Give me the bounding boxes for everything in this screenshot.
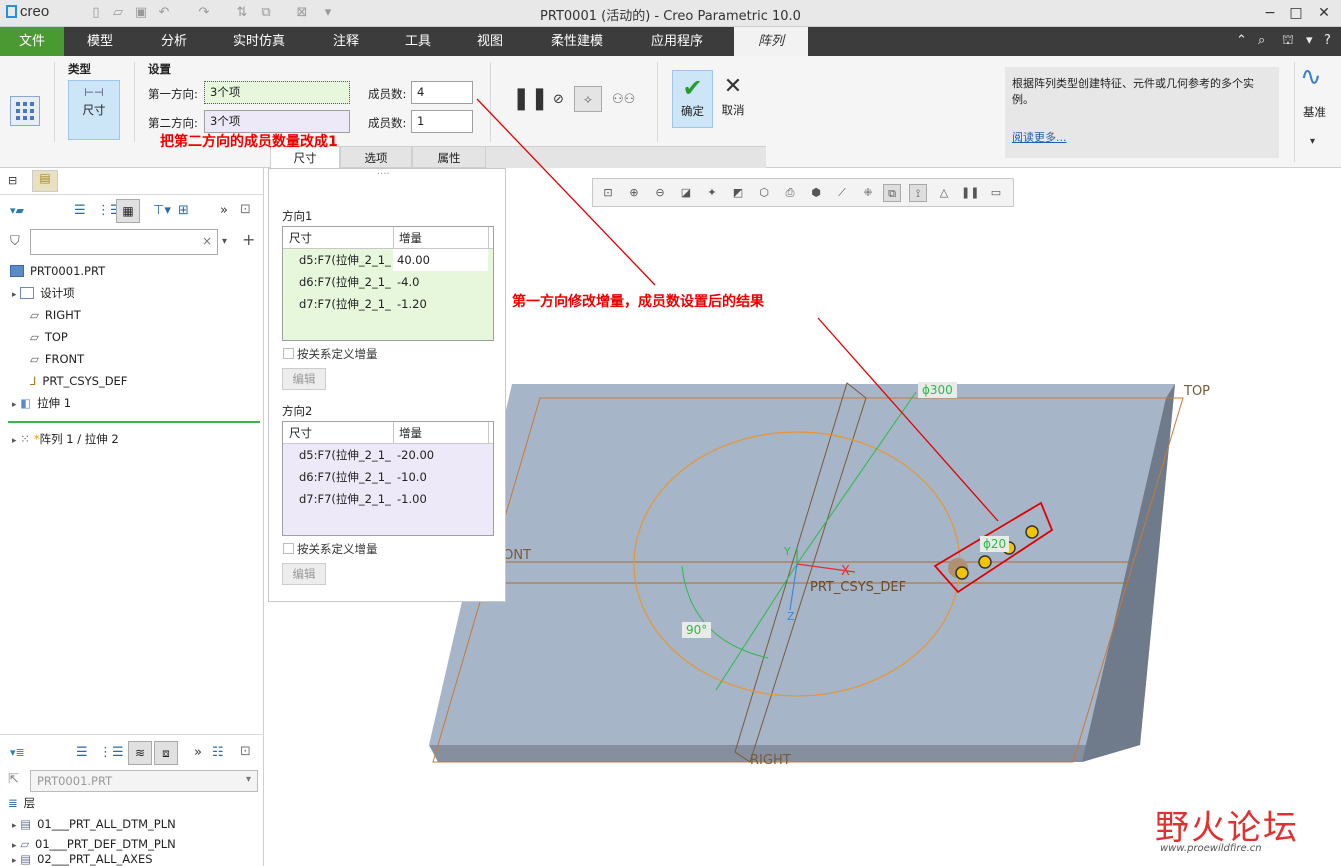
dir2-title: 方向2 — [282, 404, 313, 418]
table-row[interactable]: d5:F7(拉伸_2_1_ 40.00 — [283, 249, 493, 271]
spin-center-icon[interactable]: ✦ — [703, 184, 721, 202]
dir1-relation-checkbox[interactable]: 按关系定义增量 — [283, 346, 378, 362]
inc-cell[interactable]: -10.0 — [393, 466, 427, 488]
inc-cell[interactable]: -1.00 — [393, 488, 427, 510]
checkbox-box[interactable] — [283, 348, 294, 359]
table-header: 尺寸 增量 — [283, 227, 493, 249]
inc-cell[interactable]: -4.0 — [393, 271, 419, 293]
graphics-area[interactable] — [0, 0, 1341, 866]
table-header: 尺寸 增量 — [283, 422, 493, 444]
dim-cell: d6:F7(拉伸_2_1_ — [299, 470, 391, 484]
inc-cell[interactable]: 40.00 — [393, 249, 488, 271]
zoom-in-icon[interactable]: ⊕ — [625, 184, 643, 202]
table-row[interactable]: d7:F7(拉伸_2_1_ -1.20 — [283, 293, 493, 315]
dim-cell: d5:F7(拉伸_2_1_ — [299, 448, 391, 462]
dimensions-panel: ···· 方向1 尺寸 增量 d5:F7(拉伸_2_1_ 40.00 d6:F7(… — [268, 168, 506, 602]
view-manager-icon[interactable]: ⎙ — [781, 184, 799, 202]
header-end — [488, 422, 493, 444]
dim-cell: d5:F7(拉伸_2_1_ — [299, 253, 391, 267]
dir1-title: 方向1 — [282, 209, 313, 223]
relation-label: 按关系定义增量 — [297, 542, 378, 556]
axis-x-label: X — [841, 564, 850, 579]
repaint-icon[interactable]: ◪ — [677, 184, 695, 202]
dimension-display-icon[interactable]: ⟟ — [909, 184, 927, 202]
table-row[interactable]: d6:F7(拉伸_2_1_ -4.0 — [283, 271, 493, 293]
dim-cell: d7:F7(拉伸_2_1_ — [299, 297, 391, 311]
diameter-300-dim[interactable]: ϕ300 — [918, 382, 957, 398]
dim-cell: d6:F7(拉伸_2_1_ — [299, 275, 391, 289]
col-inc-header[interactable]: 增量 — [393, 227, 422, 249]
right-plane-label[interactable]: RIGHT — [750, 753, 791, 768]
zoom-fit-icon[interactable]: ⊡ — [599, 184, 617, 202]
watermark-logo: 野火论坛 — [1155, 808, 1299, 848]
checkbox-box[interactable] — [283, 543, 294, 554]
table-row[interactable]: d5:F7(拉伸_2_1_ -20.00 — [283, 444, 493, 466]
inc-cell[interactable]: -1.20 — [393, 293, 427, 315]
render-icon[interactable]: ▭ — [987, 184, 1005, 202]
table-row[interactable]: d6:F7(拉伸_2_1_ -10.0 — [283, 466, 493, 488]
axis-y-label: Y — [784, 545, 791, 558]
annotation-note-1: 把第二方向的成员数量改成1 — [160, 134, 338, 150]
perspective-icon[interactable]: ⬢ — [807, 184, 825, 202]
relation-label: 按关系定义增量 — [297, 347, 378, 361]
dir1-edit-button[interactable]: 编辑 — [282, 368, 326, 390]
col-dim-header[interactable]: 尺寸 — [289, 227, 312, 249]
col-dim-header[interactable]: 尺寸 — [289, 422, 312, 444]
pattern-member[interactable] — [955, 566, 969, 580]
dim-cell: d7:F7(拉伸_2_1_ — [299, 492, 391, 506]
header-end — [488, 227, 493, 249]
annotation-note-2: 第一方向修改增量，成员数设置后的结果 — [512, 294, 764, 310]
zoom-out-icon[interactable]: ⊖ — [651, 184, 669, 202]
csys-label[interactable]: PRT_CSYS_DEF — [810, 580, 906, 595]
pattern-member[interactable] — [978, 555, 992, 569]
annotation-display-icon[interactable]: ⧉ — [883, 184, 901, 202]
angle-90-dim[interactable]: 90° — [682, 622, 712, 638]
inc-cell[interactable]: -20.00 — [393, 444, 434, 466]
dir1-table: 尺寸 增量 d5:F7(拉伸_2_1_ 40.00 d6:F7(拉伸_2_1_ -4… — [282, 226, 494, 341]
pattern-member[interactable] — [1025, 525, 1039, 539]
top-plane-label[interactable]: TOP — [1184, 384, 1210, 399]
dir2-table: 尺寸 增量 d5:F7(拉伸_2_1_ -20.00 d6:F7(拉伸_2_1_ -… — [282, 421, 494, 536]
section-icon[interactable]: ⟋ — [833, 184, 851, 202]
saved-views-icon[interactable]: ⬡ — [755, 184, 773, 202]
panel-grip[interactable]: ···· — [377, 169, 390, 180]
datum-display-icon[interactable]: ⁜ — [859, 184, 877, 202]
col-inc-header[interactable]: 增量 — [393, 422, 422, 444]
dir2-edit-button[interactable]: 编辑 — [282, 563, 326, 585]
table-row[interactable]: d7:F7(拉伸_2_1_ -1.00 — [283, 488, 493, 510]
view-toolbar: ⊡ ⊕ ⊖ ◪ ✦ ◩ ⬡ ⎙ ⬢ ⟋ ⁜ ⧉ ⟟ △ ❚❚ ▭ — [592, 178, 1014, 207]
watermark-url: www.proewildfire.cn — [1160, 843, 1262, 854]
axis-z-label: Z — [787, 610, 795, 623]
pause-animation-icon[interactable]: ❚❚ — [961, 184, 979, 202]
dir2-relation-checkbox[interactable]: 按关系定义增量 — [283, 541, 378, 557]
diameter-20-dim[interactable]: ϕ20 — [980, 536, 1010, 552]
display-style-icon[interactable]: ◩ — [729, 184, 747, 202]
appearance-icon[interactable]: △ — [935, 184, 953, 202]
